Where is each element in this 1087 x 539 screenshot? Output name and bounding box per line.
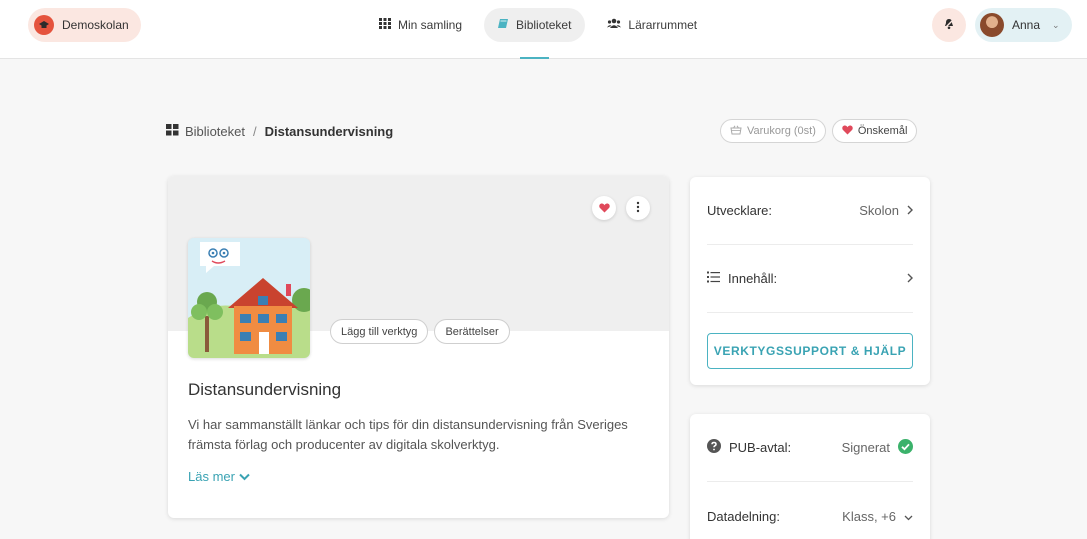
nav-tab-label: Min samling [398, 18, 463, 32]
developer-value: Skolon [859, 203, 899, 218]
developer-label: Utvecklare: [707, 203, 773, 218]
notifications-button[interactable] [932, 8, 966, 42]
user-name: Anna [1012, 18, 1041, 32]
more-options-button[interactable] [626, 196, 650, 220]
sharing-value: Klass, +6 [842, 508, 896, 524]
product-description: Vi har sammanställt länkar och tips för … [188, 417, 628, 452]
cart-button[interactable]: Varukorg (0st) [720, 119, 826, 143]
agreement-panel: PUB-avtal: Signerat Datadelning: Klass, … [690, 414, 930, 539]
cart-label: Varukorg (0st) [747, 125, 816, 137]
read-more-link[interactable]: Läs mer [188, 469, 250, 484]
main-nav: Min samling Biblioteket Lärarrummet [365, 8, 711, 59]
chevron-right-icon [907, 203, 913, 218]
user-menu[interactable]: Anna ⌄ [975, 8, 1072, 42]
tool-support-button[interactable]: VERKTYGSSUPPORT & HJÄLP [707, 333, 913, 369]
users-icon [607, 18, 622, 32]
page-actions: Varukorg (0st) Önskemål [720, 119, 918, 143]
list-icon [707, 271, 720, 286]
avatar [980, 13, 1004, 37]
favorite-button[interactable] [592, 196, 616, 220]
pub-status: Signerat [841, 440, 890, 455]
wishlist-button[interactable]: Önskemål [831, 119, 918, 143]
top-navigation-bar: Demoskolan Min samling Biblioteket Lärar… [0, 0, 1087, 59]
developer-row[interactable]: Utvecklare: Skolon [707, 177, 913, 245]
wishlist-label: Önskemål [857, 125, 908, 137]
school-logo-icon [34, 15, 54, 35]
sharing-label: Datadelning: [707, 508, 780, 524]
help-circle-icon[interactable] [707, 439, 721, 456]
basket-icon [730, 125, 742, 138]
grid-icon [379, 18, 391, 32]
nav-tab-lararrummet[interactable]: Lärarrummet [593, 8, 711, 42]
breadcrumb-separator: / [252, 124, 257, 139]
data-sharing-row[interactable]: Datadelning: Klass, +6 [707, 482, 913, 539]
tag-add-tool[interactable]: Lägg till verktyg [330, 319, 429, 344]
content-row[interactable]: Innehåll: [707, 245, 913, 313]
book-icon [498, 18, 509, 32]
product-info-panel: Utvecklare: Skolon Innehåll: VERKTYGSSUP… [690, 177, 930, 385]
school-switcher[interactable]: Demoskolan [28, 8, 141, 42]
chevron-down-icon: ⌄ [1052, 19, 1060, 30]
read-more-label: Läs mer [188, 469, 235, 484]
heart-icon [598, 201, 610, 216]
school-name: Demoskolan [62, 18, 129, 32]
tag-category[interactable]: Berättelser [434, 319, 510, 344]
product-tags: Lägg till verktyg Berättelser [330, 319, 510, 344]
breadcrumb-current: Distansundervisning [264, 124, 394, 139]
breadcrumb-root-link[interactable]: Biblioteket [185, 124, 245, 139]
pub-label: PUB-avtal: [729, 440, 792, 455]
bell-icon [943, 18, 955, 33]
content-label: Innehåll: [728, 271, 778, 286]
nav-tab-biblioteket[interactable]: Biblioteket [484, 8, 586, 59]
product-thumbnail [188, 238, 310, 358]
heart-icon [842, 125, 853, 138]
nav-tab-label: Lärarrummet [628, 18, 698, 32]
nav-tab-label: Biblioteket [516, 18, 572, 32]
pub-agreement-row: PUB-avtal: Signerat [707, 414, 913, 482]
product-card: Lägg till verktyg Berättelser Distansund… [168, 176, 669, 518]
more-vertical-icon [636, 201, 640, 216]
chevron-down-icon [904, 509, 913, 524]
chevron-right-icon [907, 271, 913, 286]
product-title: Distansundervisning [188, 380, 342, 399]
check-circle-icon [898, 438, 913, 457]
chevron-down-icon [239, 469, 250, 484]
grid-squares-icon [166, 124, 179, 139]
breadcrumb: Biblioteket / Distansundervisning [166, 124, 393, 139]
nav-tab-min-samling[interactable]: Min samling [365, 8, 476, 42]
